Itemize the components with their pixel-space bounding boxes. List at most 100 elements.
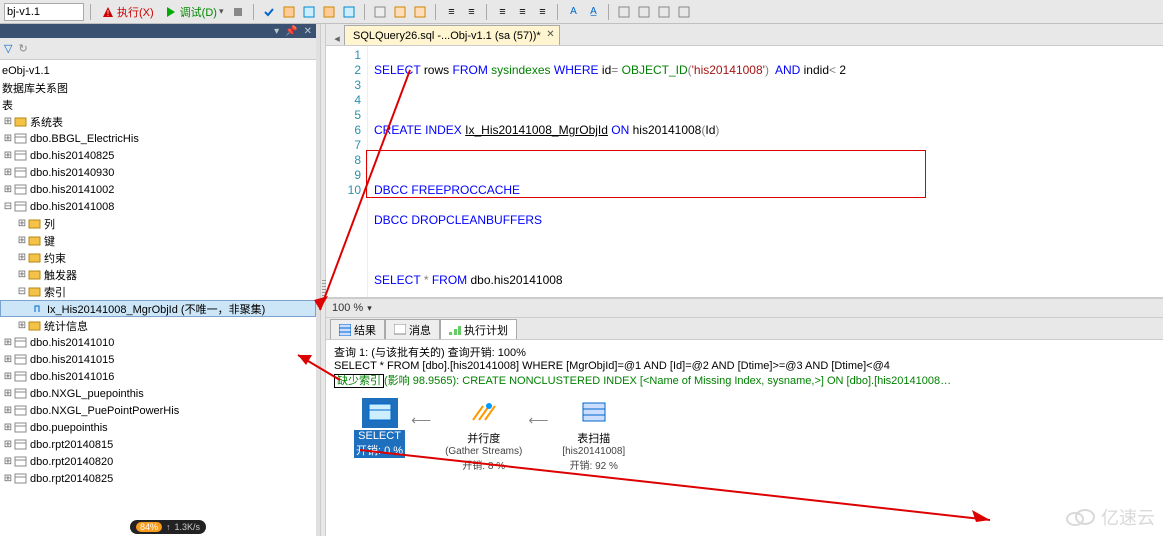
document-tabs: ◂ SQLQuery26.sql -...Obj-v1.1 (sa (57))*… [326,24,1163,46]
dropdown-icon[interactable]: ▾ [274,26,279,37]
constraints-node[interactable]: ⊞约束 [0,249,316,266]
table-node[interactable]: ⊞dbo.his20141015 [0,351,316,368]
outdent-button[interactable]: ≡ [462,3,480,21]
separator [435,4,436,20]
main-area: ▾ 📌 ✕ ▽ ↻ eObj-v1.1 数据库关系图 表 ⊞系统表 ⊞dbo.B… [0,24,1163,536]
cloud-icon [1063,507,1097,527]
stats-node[interactable]: ⊞统计信息 [0,317,316,334]
result-tabs: 结果 消息 执行计划 [326,318,1163,340]
filter-icon[interactable]: ▽ [4,42,12,55]
sql-editor[interactable]: 12345678910 SELECT rows FROM sysindexes … [326,46,1163,298]
indent-button[interactable]: ≡ [442,3,460,21]
check-button[interactable] [260,3,278,21]
separator [557,4,558,20]
keys-node[interactable]: ⊞键 [0,232,316,249]
plan-node-select[interactable]: SELECT 开销: 0 % [354,398,405,458]
zoom-dropdown-icon[interactable]: ▾ [367,303,372,314]
uncomment-button[interactable]: ≡ [533,3,551,21]
object-explorer: ▾ 📌 ✕ ▽ ↻ eObj-v1.1 数据库关系图 表 ⊞系统表 ⊞dbo.B… [0,24,320,536]
table-node[interactable]: ⊞dbo.his20141010 [0,334,316,351]
table-node[interactable]: ⊞dbo.rpt20140820 [0,453,316,470]
toolbar-icon[interactable] [411,3,429,21]
main-toolbar: ! 执行(X) 调试(D) ▾ ≡ ≡ ≡ ≡ ≡ A A̲ [0,0,1163,24]
tab-results[interactable]: 结果 [330,319,385,339]
execute-icon: ! [101,5,115,19]
close-icon[interactable]: ✕ [546,29,554,40]
select-icon [367,402,393,424]
table-node[interactable]: ⊞dbo.NXGL_PuePointPowerHis [0,402,316,419]
database-node[interactable]: eObj-v1.1 [0,62,316,79]
stop-button[interactable] [229,3,247,21]
message-icon [394,324,406,336]
toolbar-icon[interactable] [340,3,358,21]
execute-label: 执行(X) [117,4,154,20]
indexes-node[interactable]: ⊟索引 [0,283,316,300]
toolbar-icon[interactable] [320,3,338,21]
diagram-node[interactable]: 数据库关系图 [0,79,316,96]
table-node[interactable]: ⊞dbo.his20141002 [0,181,316,198]
close-icon[interactable]: ✕ [304,26,312,37]
table-node[interactable]: ⊞dbo.rpt20140825 [0,470,316,487]
pin-icon[interactable]: 📌 [285,26,297,37]
svg-text:!: ! [107,9,109,18]
tab-execution-plan[interactable]: 执行计划 [440,319,517,339]
plan-node-parallelism[interactable]: ⟵ 并行度 (Gather Streams) 开销: 8 % [445,398,522,472]
table-node[interactable]: ⊞dbo.puepointhis [0,419,316,436]
plan-icon [449,324,461,336]
table-node[interactable]: ⊞dbo.his20140825 [0,147,316,164]
missing-index-hint[interactable]: 缺少索引(影响 98.9565): CREATE NONCLUSTERED IN… [334,372,1155,388]
refresh-icon[interactable]: ↻ [18,42,27,55]
separator [364,4,365,20]
arrow-left-icon: ⟵ [411,412,431,429]
table-node[interactable]: ⊞dbo.his20141016 [0,368,316,385]
execution-plan-pane[interactable]: 查询 1: (与该批有关的) 查询开销: 100% SELECT * FROM … [326,340,1163,536]
table-node[interactable]: ⊞dbo.his20140930 [0,164,316,181]
tables-node[interactable]: 表 [0,96,316,113]
toolbar-icon[interactable] [371,3,389,21]
toolbar-icon[interactable]: ≡ [493,3,511,21]
separator [253,4,254,20]
tab-title: SQLQuery26.sql -...Obj-v1.1 (sa (57))* [353,30,541,42]
toolbar-icon[interactable] [675,3,693,21]
plan-node-table-scan[interactable]: ⟵ 表扫描 [his20141008] 开销: 92 % [562,398,625,472]
file-tab[interactable]: SQLQuery26.sql -...Obj-v1.1 (sa (57))* ✕ [344,25,560,45]
toolbar-icon[interactable]: A̲ [584,3,602,21]
toolbar-icon[interactable] [280,3,298,21]
speed-badge: 84% ↑1.3K/s [130,520,206,534]
execute-button[interactable]: ! 执行(X) [97,4,158,20]
comment-button[interactable]: ≡ [513,3,531,21]
table-node[interactable]: ⊞系统表 [0,113,316,130]
table-node[interactable]: ⊞dbo.rpt20140815 [0,436,316,453]
table-node[interactable]: ⊞dbo.BBGL_ElectricHis [0,130,316,147]
object-tree[interactable]: eObj-v1.1 数据库关系图 表 ⊞系统表 ⊞dbo.BBGL_Electr… [0,60,316,536]
toolbar-icon[interactable]: A [564,3,582,21]
table-node[interactable]: ⊞dbo.NXGL_puepointhis [0,385,316,402]
columns-node[interactable]: ⊞列 [0,215,316,232]
triggers-node[interactable]: ⊞触发器 [0,266,316,283]
separator [486,4,487,20]
toolbar-icon[interactable] [300,3,318,21]
database-combo[interactable] [4,3,84,21]
explorer-toolbar: ▽ ↻ [0,38,316,60]
watermark: 亿速云 [1063,504,1155,530]
separator [608,4,609,20]
code-body[interactable]: SELECT rows FROM sysindexes WHERE id= OB… [368,46,1163,297]
table-scan-icon [581,401,607,425]
tab-messages[interactable]: 消息 [385,319,440,339]
index-item-selected[interactable]: Ix_His20141008_MgrObjId (不唯一，非聚集) [0,300,316,317]
arrow-left-icon: ⟵ [528,412,548,429]
toolbar-icon[interactable] [635,3,653,21]
debug-button[interactable]: 调试(D) ▾ [160,4,228,20]
plan-query-text: SELECT * FROM [dbo].[his20141008] WHERE … [334,360,1155,372]
play-icon [164,5,178,19]
editor-pane: ◂ SQLQuery26.sql -...Obj-v1.1 (sa (57))*… [326,24,1163,536]
toolbar-icon[interactable] [615,3,633,21]
table-node[interactable]: ⊟dbo.his20141008 [0,198,316,215]
toolbar-icon[interactable] [391,3,409,21]
toolbar-icon[interactable] [655,3,673,21]
grid-icon [339,324,351,336]
panel-header: ▾ 📌 ✕ [0,24,316,38]
tab-nav-left-icon[interactable]: ◂ [330,32,344,45]
debug-label: 调试(D) [180,4,217,20]
zoom-bar: 100 % ▾ [326,298,1163,318]
